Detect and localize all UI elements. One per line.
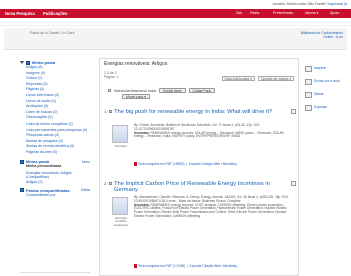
nav-signout[interactable]: Sair bbox=[236, 11, 242, 15]
tools-column: Imprimir Enviar por e-mail Salvar Export… bbox=[305, 66, 347, 118]
record-subjects: Assuntos: RENEWABLE energy sources; SOLA… bbox=[134, 130, 294, 140]
pdf-full-text-link[interactable]: Texto completo em PDF (1.9 MB) bbox=[138, 264, 185, 268]
academic-journal-thumbnail[interactable] bbox=[112, 197, 128, 215]
select-all-label: Selecionar/desmarcar todos bbox=[114, 88, 157, 93]
institution-name: Biblioteca de Conhecimento Online - b-on bbox=[301, 31, 343, 39]
delete-items-button[interactable]: Excluir itens bbox=[159, 88, 186, 93]
page-options-select[interactable]: Opções de página ▾ bbox=[257, 76, 294, 81]
shared-folders-title: Pastas compartilhadas bbox=[26, 187, 70, 193]
nav-folder[interactable]: Pasta bbox=[250, 11, 259, 15]
top-strip: Usuário: Minha conta Não Daniel? Ingress… bbox=[0, 0, 351, 9]
printer-icon bbox=[305, 66, 312, 72]
move-to-label: Mover para bbox=[126, 95, 144, 99]
nav-help[interactable]: Ajuda bbox=[330, 11, 339, 15]
subjects-text: RENEWABLE energy sources; SOLAR energy -… bbox=[134, 130, 284, 139]
export-citation-link[interactable]: Exportar Citação Web / Mendeley bbox=[190, 264, 238, 268]
user-info: Usuário: Minha conta Não Daniel? Ingress… bbox=[272, 2, 347, 6]
nav-language[interactable]: Idioma ▾ bbox=[305, 11, 319, 15]
export-citation-link[interactable]: Exportar Citação Web / Mendeley bbox=[189, 162, 237, 166]
chevron-down-icon[interactable] bbox=[20, 61, 24, 64]
record-number: 1. bbox=[104, 109, 108, 114]
record-title-link[interactable]: The Implicit Carbon Price of Renewable E… bbox=[114, 181, 284, 194]
export-tool[interactable]: Exportar bbox=[305, 105, 347, 111]
result-record: 2. The Implicit Carbon Price of Renewabl… bbox=[104, 181, 296, 273]
record-subjects: Assuntos: RENEWABLE energy sources; COST… bbox=[134, 202, 294, 219]
main-navbar: Nova Pesquisa Publicações Sair Pasta Pre… bbox=[0, 9, 351, 18]
user-account-link[interactable]: Usuário: Minha conta bbox=[272, 2, 306, 6]
print-label: Imprimir bbox=[314, 66, 327, 70]
sidebar: Minha pasta Artigos (6) Imagens (0) Víde… bbox=[20, 60, 90, 276]
move-to-button[interactable]: Mover para ▾ bbox=[122, 94, 150, 99]
nav-preferences[interactable]: Preferências bbox=[273, 11, 293, 15]
email-icon bbox=[305, 79, 312, 85]
folder-heading: Energias renováveis: Artigos bbox=[104, 61, 168, 67]
periodical-thumbnail[interactable] bbox=[112, 125, 128, 143]
record-title-link[interactable]: The big push for renewable energy in Ind… bbox=[114, 109, 284, 115]
page-options-value: Opções de página bbox=[260, 77, 289, 81]
page-number: Página: 1 bbox=[104, 75, 119, 80]
select-all-checkbox[interactable] bbox=[108, 89, 111, 92]
sub-bar bbox=[0, 18, 351, 26]
bulk-actions: Selecionar/desmarcar todos Excluir itens… bbox=[108, 88, 215, 93]
login-link[interactable]: Ingressar já bbox=[328, 2, 347, 6]
folder-icon bbox=[26, 60, 30, 65]
record-links: Texto completo em PDF (155KB) | Exportar… bbox=[134, 162, 237, 166]
shared-by-item[interactable]: Compartilhado por bbox=[20, 193, 90, 199]
email-label: Enviar por e-mail bbox=[314, 79, 340, 83]
record-type-label: Periódico científico acadêmico bbox=[113, 216, 129, 227]
pdf-icon bbox=[134, 264, 137, 268]
nav-publications[interactable]: Publicações bbox=[43, 11, 67, 16]
sort-controls: Data Adicionada ▾ Opções de página ▾ bbox=[220, 76, 294, 81]
save-label: Salvar bbox=[314, 92, 324, 96]
new-folder-link[interactable]: Novo bbox=[82, 160, 90, 164]
custom-folder-articles[interactable]: Artigos (2) bbox=[20, 180, 90, 186]
result-record: 1. The big push for renewable energy in … bbox=[104, 109, 296, 177]
results-panel: Energias renováveis: Artigos 1-3 de 3 Pá… bbox=[99, 58, 299, 276]
sort-select-value: Data Adicionada bbox=[224, 77, 250, 81]
sidebar-divider bbox=[20, 272, 90, 273]
subjects-text: RENEWABLE energy sources; COST analysis;… bbox=[134, 202, 287, 218]
save-icon bbox=[305, 92, 312, 98]
banner: Pasta de ui Daniel 1 e Clark Biblioteca … bbox=[4, 28, 347, 50]
shared-folder-icon bbox=[20, 188, 24, 192]
folder-icon bbox=[20, 159, 24, 164]
record-links: Texto completo em PDF (1.9 MB) | Exporta… bbox=[134, 264, 237, 268]
sort-select[interactable]: Data Adicionada ▾ bbox=[221, 76, 255, 81]
record-type-label: Periódico bbox=[114, 144, 128, 148]
export-label: Exportar bbox=[314, 105, 327, 109]
copy-to-button[interactable]: Copiar Para bbox=[188, 88, 215, 93]
save-tool[interactable]: Salvar bbox=[305, 92, 347, 98]
pdf-full-text-link[interactable]: Texto completo em PDF (155KB) bbox=[138, 162, 185, 166]
export-icon bbox=[305, 105, 312, 111]
custom-folder-renewables[interactable]: Energias renováveis: Artigos (Compartilh… bbox=[20, 170, 90, 180]
email-tool[interactable]: Enviar por e-mail bbox=[305, 79, 347, 85]
edit-shared-link[interactable]: Editar bbox=[81, 188, 90, 192]
institution-sub: Online - b-on bbox=[323, 35, 343, 39]
nav-new-search[interactable]: Nova Pesquisa bbox=[5, 11, 35, 16]
folder-remove-icon[interactable] bbox=[291, 109, 296, 114]
record-checkbox[interactable] bbox=[109, 182, 112, 185]
not-you-link[interactable]: Não Daniel? bbox=[307, 2, 327, 6]
folder-remove-icon[interactable] bbox=[291, 181, 296, 186]
results-meta: 1-3 de 3 Página: 1 bbox=[104, 71, 118, 80]
record-number: 2. bbox=[104, 181, 108, 186]
record-checkbox[interactable] bbox=[109, 110, 112, 113]
print-tool[interactable]: Imprimir bbox=[305, 66, 347, 72]
move-actions: Mover para ▾ bbox=[122, 94, 150, 99]
pdf-icon bbox=[134, 162, 137, 166]
record-details: By: Marcantonini, Claudio; Ellerman, A. … bbox=[134, 195, 294, 219]
folder-owner-text: Pasta de ui Daniel 1 e Clark bbox=[30, 31, 75, 35]
chevron-down-icon: ▾ bbox=[250, 77, 252, 81]
chevron-down-icon: ▾ bbox=[289, 77, 291, 81]
record-details: By: Ghosh, Arunabha. Bulletin of the Ato… bbox=[134, 123, 294, 140]
